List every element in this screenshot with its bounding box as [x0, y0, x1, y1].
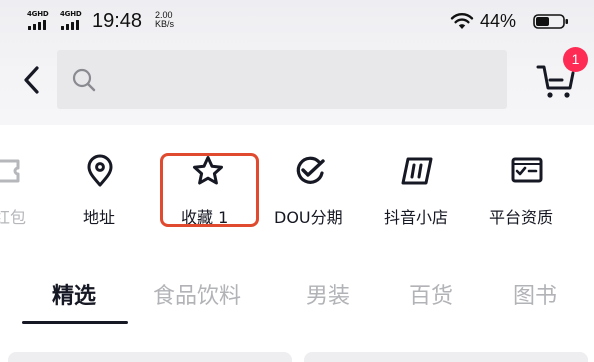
cell-signal-icon: 4GHD	[27, 10, 53, 32]
product-card[interactable]	[304, 352, 588, 362]
favorites-highlight-frame	[160, 153, 259, 227]
battery-percentage: 44%	[480, 11, 517, 31]
shortcut-platform-qualification[interactable]: 平台资质	[485, 140, 569, 235]
cart-badge: 1	[563, 47, 588, 72]
certificate-icon	[511, 157, 543, 183]
active-tab-indicator	[22, 321, 128, 324]
shortcut-label: 地址	[83, 208, 116, 227]
shortcut-douyin-shop[interactable]: 抖音小店	[380, 140, 460, 235]
shortcut-address[interactable]: 地址	[70, 140, 130, 235]
shortcut-label: 抖音小店	[384, 208, 449, 227]
category-tab-bar: 精选 食品饮料 男装 百货 图书	[0, 262, 594, 324]
shortcut-label: 平台资质	[489, 208, 554, 227]
shortcut-grid: 红包 地址 收藏 1 DOU分期 抖音小店 平台资质	[0, 140, 594, 235]
search-input[interactable]	[105, 50, 495, 109]
wifi-icon	[450, 13, 474, 29]
back-button[interactable]	[18, 62, 46, 98]
shortcut-coupon[interactable]: 红包	[0, 140, 50, 235]
battery-icon	[533, 14, 568, 29]
network-speed-unit: KB/s	[155, 19, 175, 29]
tab-featured[interactable]: 精选	[52, 278, 96, 310]
coupon-icon	[0, 159, 20, 183]
tab-menswear[interactable]: 男装	[306, 278, 350, 310]
location-pin-icon	[87, 154, 113, 187]
network-type-label-2: 4GHD	[60, 10, 82, 18]
search-icon	[72, 68, 96, 92]
tab-general-merchandise[interactable]: 百货	[409, 278, 453, 310]
tab-food-beverage[interactable]: 食品饮料	[153, 278, 241, 310]
product-card[interactable]	[8, 352, 292, 362]
status-time: 19:48	[92, 10, 143, 32]
shortcut-label: 红包	[0, 208, 27, 227]
tab-books[interactable]: 图书	[513, 278, 557, 310]
status-bar: 4GHD 4GHD 19:48 2.00 KB/s 44%	[0, 0, 594, 44]
dou-installment-icon	[296, 156, 325, 184]
search-bar[interactable]	[57, 50, 507, 109]
shop-bag-icon	[401, 157, 433, 185]
network-type-label: 4GHD	[27, 10, 49, 18]
cell-signal-icon-2: 4GHD	[60, 10, 86, 32]
network-speed: 2.00 KB/s	[155, 11, 174, 29]
shortcut-dou-installment[interactable]: DOU分期	[272, 140, 356, 235]
shortcut-label: DOU分期	[274, 208, 343, 227]
